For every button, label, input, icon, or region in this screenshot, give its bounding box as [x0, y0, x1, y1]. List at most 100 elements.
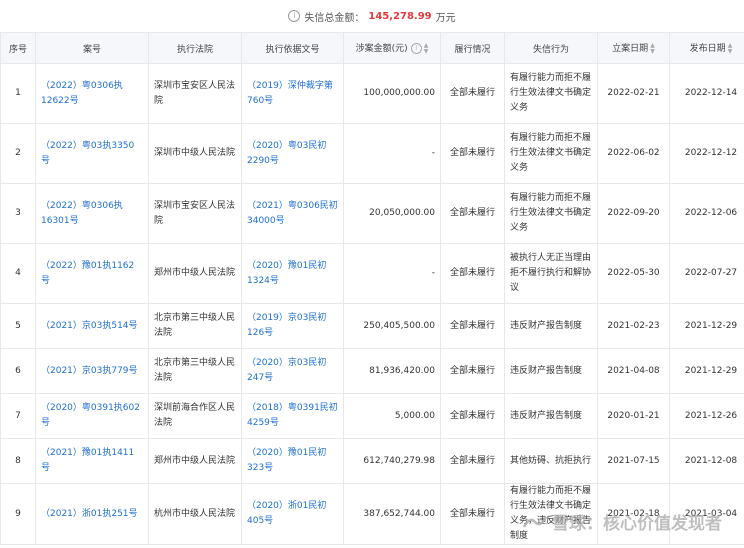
table-row: 3 （2022）粤0306执16301号 深圳市宝安区人民法院 （2021）粤0306… — [0, 183, 744, 244]
performance-status-cell: 全部未履行 — [440, 483, 505, 545]
case-number-link[interactable]: （2021）浙01执251号 — [41, 509, 138, 519]
published-date-cell: 2022-07-27 — [669, 243, 744, 304]
basis-doc-link[interactable]: （2020）豫01民初323号 — [247, 448, 326, 473]
involved-amount: 250,405,500.00 — [363, 320, 435, 331]
involved-amount-cell: 250,405,500.00 — [343, 303, 441, 349]
case-number-link[interactable]: （2022）粤03执3350号 — [41, 141, 134, 166]
row-index-cell: 4 — [0, 243, 36, 304]
published-date: 2021-12-26 — [684, 410, 738, 421]
case-number-link[interactable]: （2022）粤0306执16301号 — [41, 201, 123, 226]
basis-doc-link-cell: （2020）豫01民初1324号 — [241, 243, 344, 304]
filed-date-cell: 2022-02-21 — [597, 63, 670, 124]
basis-doc-link[interactable]: （2020）浙01民初405号 — [247, 501, 326, 526]
case-number-link-cell: （2021）京03执779号 — [35, 348, 149, 394]
filed-date: 2021-07-15 — [607, 455, 660, 466]
involved-amount: 100,000,000.00 — [363, 88, 435, 98]
case-number-link[interactable]: （2020）粤0391执602号 — [41, 403, 140, 428]
dishonest-behavior: 违反财产报告制度 — [510, 365, 583, 376]
row-index-cell: 2 — [0, 123, 36, 184]
sort-icon[interactable]: ▲ ▼ — [424, 42, 429, 55]
col-header-basis-doc: 执行依据文号 — [241, 32, 344, 64]
col-header-index: 序号 — [0, 32, 36, 64]
row-index-cell: 3 — [0, 183, 36, 244]
row-index: 2 — [15, 148, 21, 158]
performance-status-cell: 全部未履行 — [440, 243, 505, 304]
sort-icon[interactable]: ▲ ▼ — [650, 42, 655, 55]
published-date-header-label: 发布日期 — [689, 44, 726, 55]
filed-date-header-label: 立案日期 — [612, 44, 649, 55]
case-number-link-cell: （2021）豫01执1411号 — [35, 438, 149, 484]
basis-doc-link-cell: （2020）浙01民初405号 — [241, 483, 344, 545]
dishonest-behavior: 其他妨碍、抗拒执行 — [510, 455, 592, 466]
filed-date: 2021-02-23 — [607, 320, 660, 331]
row-index: 1 — [15, 88, 21, 98]
col-header-filed-date[interactable]: 立案日期 ▲ ▼ — [597, 32, 670, 64]
basis-doc-link[interactable]: （2019）京03民初126号 — [247, 313, 326, 338]
published-date: 2021-12-29 — [684, 365, 738, 376]
row-index-cell: 9 — [0, 483, 36, 545]
involved-amount-cell: 100,000,000.00 — [343, 63, 441, 124]
published-date: 2022-12-06 — [684, 208, 738, 218]
published-date: 2022-12-12 — [684, 148, 738, 158]
col-header-amount[interactable]: 涉案金额(元) i ▲ ▼ — [343, 32, 441, 64]
court-name: 杭州市中级人民法院 — [154, 508, 236, 519]
involved-amount: 5,000.00 — [394, 410, 435, 421]
row-index: 3 — [15, 208, 21, 218]
basis-doc-link[interactable]: （2018）粤0391民初4259号 — [247, 403, 338, 428]
court-name-cell: 深圳市中级人民法院 — [148, 123, 242, 184]
published-date-cell: 2021-12-29 — [669, 348, 744, 394]
basis-doc-link-cell: （2020）京03民初247号 — [241, 348, 344, 394]
table-header-row: 序号 案号 执行法院 执行依据文号 涉案金额(元) i ▲ ▼ 履行情况 失信行为 立… — [0, 32, 744, 64]
row-index: 9 — [15, 508, 21, 519]
basis-doc-link[interactable]: （2020）豫01民初1324号 — [247, 261, 326, 286]
basis-doc-link[interactable]: （2020）京03民初247号 — [247, 358, 326, 383]
col-header-status: 履行情况 — [440, 32, 505, 64]
dishonest-behavior: 有履行能力而拒不履行生效法律文书确定义务 — [510, 73, 592, 113]
basis-doc-link-cell: （2019）深仲裁字第760号 — [241, 63, 344, 124]
filed-date: 2022-06-02 — [607, 148, 660, 158]
case-number-link[interactable]: （2022）粤0306执12622号 — [41, 81, 123, 106]
performance-status-cell: 全部未履行 — [440, 348, 505, 394]
court-name-cell: 北京市第三中级人民法院 — [148, 303, 242, 349]
row-index-cell: 1 — [0, 63, 36, 124]
involved-amount-cell: 387,652,744.00 — [343, 483, 441, 545]
dishonest-behavior-cell: 有履行能力而拒不履行生效法律文书确定义务 — [504, 63, 598, 124]
published-date-cell: 2021-12-29 — [669, 303, 744, 349]
case-number-link[interactable]: （2022）豫01执1162号 — [41, 261, 134, 286]
case-number-link-cell: （2022）粤0306执16301号 — [35, 183, 149, 244]
filed-date: 2020-01-21 — [607, 410, 660, 421]
published-date-cell: 2021-12-26 — [669, 393, 744, 439]
table-row: 7 （2020）粤0391执602号 深圳前海合作区人民法院 （2018）粤0391民… — [0, 393, 744, 439]
court-name-cell: 杭州市中级人民法院 — [148, 483, 242, 545]
basis-doc-link-cell: （2019）京03民初126号 — [241, 303, 344, 349]
case-number-link[interactable]: （2021）京03执514号 — [41, 321, 138, 331]
case-number-link[interactable]: （2021）京03执779号 — [41, 366, 138, 376]
performance-status-cell: 全部未履行 — [440, 183, 505, 244]
case-number-link-cell: （2021）浙01执251号 — [35, 483, 149, 545]
basis-doc-link[interactable]: （2021）粤0306民初34000号 — [247, 201, 338, 226]
row-index: 6 — [15, 365, 21, 376]
basis-doc-link[interactable]: （2020）粤03民初2290号 — [247, 141, 326, 166]
court-name-cell: 深圳市宝安区人民法院 — [148, 63, 242, 124]
row-index-cell: 7 — [0, 393, 36, 439]
table-row: 8 （2021）豫01执1411号 郑州市中级人民法院 （2020）豫01民初323号… — [0, 438, 744, 484]
col-header-court: 执行法院 — [148, 32, 242, 64]
info-icon[interactable]: i — [410, 43, 422, 55]
col-header-published-date[interactable]: 发布日期 ▲ ▼ — [669, 32, 744, 64]
performance-status: 全部未履行 — [449, 208, 495, 218]
dishonest-behavior-cell: 有履行能力而拒不履行生效法律文书确定义务 — [504, 183, 598, 244]
performance-status: 全部未履行 — [449, 410, 495, 421]
xueqiu-logo-icon — [522, 515, 548, 528]
dishonest-behavior: 违反财产报告制度 — [510, 410, 583, 421]
filed-date-cell: 2021-04-08 — [597, 348, 670, 394]
col-header-case-no: 案号 — [35, 32, 149, 64]
filed-date-cell: 2022-05-30 — [597, 243, 670, 304]
case-number-link[interactable]: （2021）豫01执1411号 — [41, 448, 134, 473]
filed-date-cell: 2021-02-23 — [597, 303, 670, 349]
court-name: 郑州市中级人民法院 — [154, 268, 236, 278]
involved-amount: 387,652,744.00 — [363, 508, 435, 519]
sort-icon[interactable]: ▲ ▼ — [728, 42, 733, 55]
basis-doc-link[interactable]: （2019）深仲裁字第760号 — [247, 81, 333, 106]
court-name: 北京市第三中级人民法院 — [154, 313, 236, 338]
performance-status: 全部未履行 — [449, 268, 495, 278]
